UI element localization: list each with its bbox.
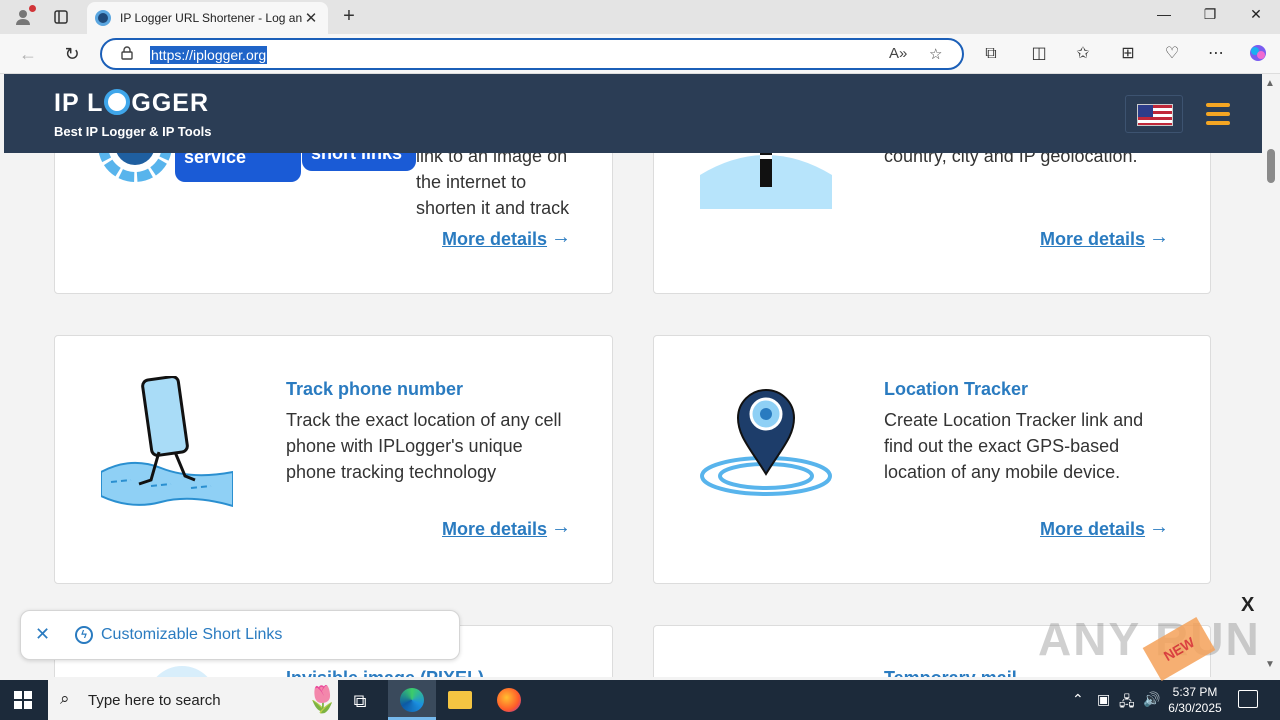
scroll-down-icon[interactable]: ▼ <box>1265 659 1275 670</box>
page-scrollbar[interactable]: ▲ ▼ <box>1262 74 1280 677</box>
logo-text-left: IP L <box>54 89 104 117</box>
tulip-icon: 🌷 <box>306 684 339 714</box>
arrow-right-icon[interactable]: → <box>1149 226 1169 249</box>
profile-notification-dot <box>29 5 36 12</box>
card-title[interactable]: Track phone number <box>286 379 463 400</box>
tab-actions-icon[interactable] <box>48 5 74 29</box>
network-icon[interactable]: 🖧 <box>1119 691 1135 715</box>
browser-tab-bar: IP Logger URL Shortener - Log an ✕ + — ❐… <box>0 0 1280 34</box>
more-details-link[interactable]: More details <box>442 229 547 250</box>
bolt-icon: ϟ <box>75 626 93 644</box>
card-location-tracker: Location Tracker Create Location Tracker… <box>653 335 1211 584</box>
browser-toolbar: ← ↻ https://iplogger.org A» ☆ ⧉ ◫ ✩ ⊞ ♡ … <box>0 34 1280 74</box>
arrow-right-icon[interactable]: → <box>551 226 571 249</box>
new-tab-icon[interactable]: + <box>337 5 361 28</box>
us-flag-icon <box>1137 104 1173 126</box>
logo-text-right: GGER <box>131 89 210 117</box>
more-details-link[interactable]: More details <box>1040 519 1145 540</box>
file-explorer-icon[interactable] <box>448 691 472 709</box>
walking-phone-icon <box>101 376 233 508</box>
close-icon[interactable]: ✕ <box>35 624 50 645</box>
notifications-icon[interactable] <box>1238 690 1258 708</box>
windows-taskbar: ⌕ Type here to search 🌷 ⧉ ⌃ ▣ 🖧 🔊 5:37 P… <box>0 680 1280 720</box>
site-tagline: Best IP Logger & IP Tools <box>54 124 212 139</box>
windows-start-icon[interactable] <box>14 691 32 709</box>
search-input[interactable]: Type here to search <box>88 692 221 709</box>
menu-hamburger-icon[interactable] <box>1206 103 1230 130</box>
favorite-star-icon[interactable]: ☆ <box>929 45 942 63</box>
lock-icon[interactable] <box>121 46 133 63</box>
page-viewport: IP LGGER Best IP Logger & IP Tools short… <box>4 74 1262 677</box>
iplogger-favicon-icon <box>95 10 111 26</box>
pixel-image-icon <box>147 666 217 677</box>
arrow-right-icon[interactable]: → <box>551 516 571 539</box>
site-header: IP L GGER Best IP Logger & IP Tools <box>4 74 1262 153</box>
collections-icon[interactable]: ⊞ <box>1116 43 1140 65</box>
logo-eye-icon <box>104 89 131 115</box>
card-description: Track the exact location of any cell pho… <box>286 410 562 482</box>
location-pin-icon <box>700 389 832 496</box>
site-logo[interactable]: IP L GGER <box>54 89 209 118</box>
tab-title: IP Logger URL Shortener - Log an <box>120 11 302 25</box>
browser-essentials-icon[interactable]: ♡ <box>1160 43 1184 65</box>
language-selector[interactable] <box>1125 95 1183 133</box>
copilot-icon[interactable] <box>1246 43 1270 65</box>
card-track-phone: Track phone number Track the exact locat… <box>54 335 613 584</box>
tray-chevron-icon[interactable]: ⌃ <box>1072 691 1084 708</box>
refresh-icon[interactable]: ↻ <box>59 42 85 66</box>
read-aloud-icon[interactable]: A» <box>889 45 907 62</box>
card-title[interactable]: Location Tracker <box>884 379 1028 400</box>
url-input[interactable]: https://iplogger.org <box>150 46 268 64</box>
promo-text[interactable]: Customizable Short Links <box>101 626 282 644</box>
ad-close-button[interactable]: X <box>1241 594 1254 617</box>
more-options-icon[interactable]: ⋯ <box>1204 43 1228 65</box>
card-description: link to an image on the internet to shor… <box>416 146 570 218</box>
split-screen-icon[interactable]: ◫ <box>1027 43 1051 65</box>
address-bar[interactable]: https://iplogger.org A» ☆ <box>100 38 964 70</box>
task-view-icon[interactable]: ⧉ <box>347 688 373 714</box>
close-tab-icon[interactable]: ✕ <box>302 9 320 27</box>
edge-icon[interactable] <box>400 688 424 712</box>
volume-icon[interactable]: 🔊 <box>1143 691 1160 708</box>
close-window-icon[interactable]: ✕ <box>1233 6 1279 28</box>
extensions-icon[interactable]: ⧉ <box>979 43 1003 65</box>
card-description: Create Location Tracker link and find ou… <box>884 410 1144 482</box>
more-details-link[interactable]: More details <box>442 519 547 540</box>
card-title[interactable]: Temporary mail <box>884 668 1017 677</box>
card-title[interactable]: Invisible image (PIXEL) <box>286 668 484 677</box>
scroll-up-icon[interactable]: ▲ <box>1265 78 1275 89</box>
scroll-thumb[interactable] <box>1267 149 1275 183</box>
restore-icon[interactable]: ❐ <box>1187 6 1233 28</box>
back-icon[interactable]: ← <box>15 42 41 66</box>
tab-iplogger[interactable]: IP Logger URL Shortener - Log an ✕ <box>87 2 328 34</box>
search-icon: ⌕ <box>60 689 70 708</box>
more-details-link[interactable]: More details <box>1040 229 1145 250</box>
taskbar-search[interactable]: ⌕ Type here to search 🌷 <box>48 680 338 720</box>
favorites-icon[interactable]: ✩ <box>1071 43 1095 65</box>
promo-bar[interactable]: ✕ ϟ Customizable Short Links <box>20 610 460 660</box>
taskbar-clock[interactable]: 5:37 PM 6/30/2025 <box>1164 684 1226 716</box>
device-icon[interactable]: ▣ <box>1097 691 1110 708</box>
minimize-icon[interactable]: — <box>1141 6 1187 28</box>
arrow-right-icon[interactable]: → <box>1149 516 1169 539</box>
firefox-icon[interactable] <box>497 688 521 712</box>
